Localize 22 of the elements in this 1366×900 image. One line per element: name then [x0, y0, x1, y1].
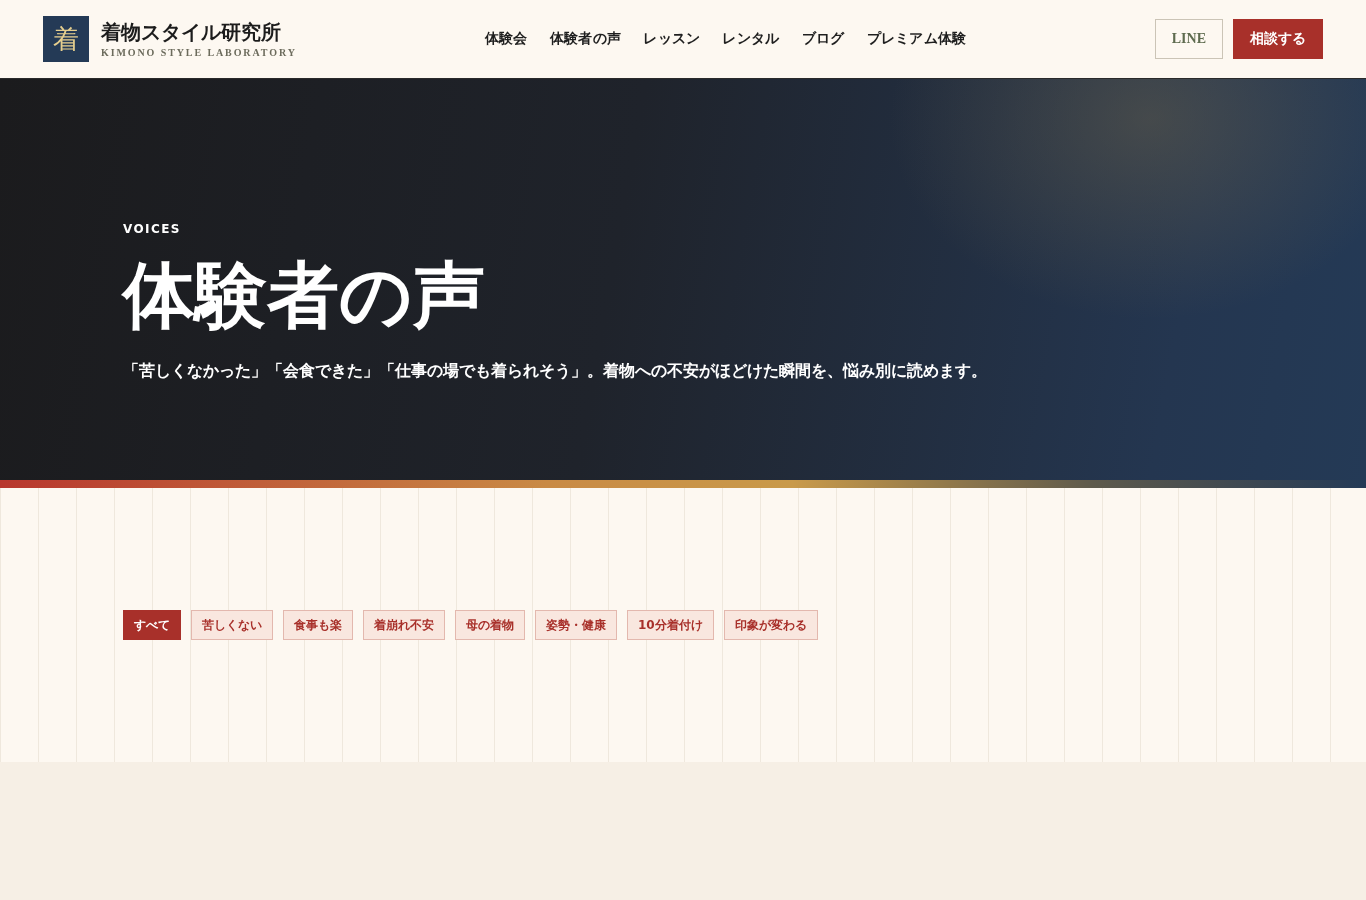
consult-button[interactable]: 相談する: [1233, 19, 1323, 59]
nav-link[interactable]: ブログ: [801, 30, 845, 48]
filter-tag[interactable]: 印象が変わる: [723, 610, 818, 640]
site-title: 着物スタイル研究所: [101, 19, 282, 44]
filter-tag[interactable]: 10分着付け: [627, 610, 714, 640]
nav-link[interactable]: レッスン: [643, 30, 701, 48]
filter-tag[interactable]: 母の着物: [455, 610, 525, 640]
filter-tag[interactable]: 着崩れ不安: [363, 610, 445, 640]
filter-tag[interactable]: 苦しくない: [191, 610, 273, 640]
nav-link[interactable]: プレミアム体験: [866, 30, 967, 48]
line-button[interactable]: LINE: [1154, 19, 1223, 59]
hero-eyebrow: VOICES: [123, 221, 181, 237]
site-subtitle: KIMONO STYLE LABORATORY: [101, 46, 297, 59]
filter-tag[interactable]: 食事も楽: [283, 610, 353, 640]
hero-lead: 「苦しくなかった」「会食できた」「仕事の場でも着られそう」。着物への不安がほどけた瞬間を、悩み別に読めます。: [123, 360, 987, 382]
hero-title: 体験者の声: [123, 255, 485, 338]
logo-mark[interactable]: 着: [43, 16, 89, 62]
filter-tag[interactable]: すべて: [123, 610, 181, 640]
filter-tag[interactable]: 姿勢・健康: [535, 610, 617, 640]
nav-link[interactable]: レンタル: [722, 30, 780, 48]
nav-link[interactable]: 体験者の声: [549, 30, 622, 48]
nav-link[interactable]: 体験会: [484, 30, 528, 48]
